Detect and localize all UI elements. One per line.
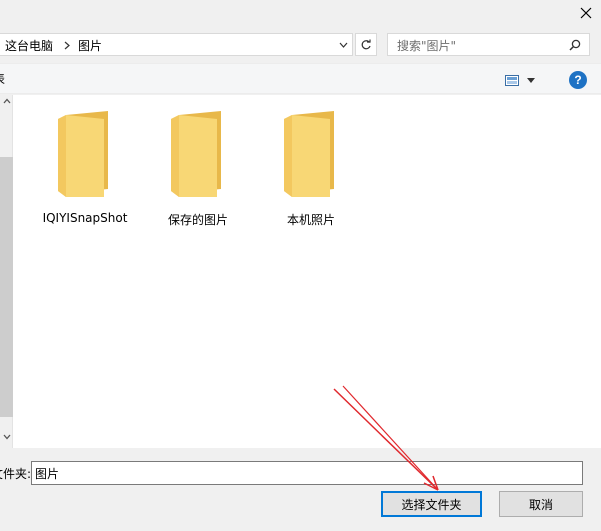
folder-name-label: 文件夹: [0,467,32,481]
dialog-footer: 文件夹: 选择文件夹 取消 [0,448,601,531]
toolbar-clipped-label[interactable]: 表 [0,70,5,87]
breadcrumb-this-pc[interactable]: 这台电脑 [5,37,53,54]
nav-pane-scrollbar[interactable] [0,95,13,448]
folder-label: IQIYISnapShot [42,211,128,225]
search-input[interactable]: 搜索"图片" [387,33,590,56]
help-icon: ? [574,73,582,87]
search-placeholder: 搜索"图片" [397,39,457,53]
breadcrumb-pictures[interactable]: 图片 [78,37,102,54]
folder-name-input[interactable] [31,461,583,485]
file-list[interactable]: IQIYISnapShot 保存的图片 本机照片 [13,95,601,448]
folder-icon [58,111,108,197]
refresh-button[interactable] [355,33,377,56]
chevron-down-icon [3,434,10,440]
folder-icon [284,111,334,197]
select-folder-label: 选择文件夹 [401,497,462,512]
address-dropdown-button[interactable] [333,34,352,55]
close-icon [580,7,591,19]
chevron-up-icon [3,98,10,104]
scroll-thumb[interactable] [0,157,13,417]
change-view-button[interactable] [505,70,545,90]
folder-item[interactable]: 本机照片 [256,105,366,227]
cancel-label: 取消 [528,497,553,512]
select-folder-button[interactable]: 选择文件夹 [381,491,482,517]
folder-label: 保存的图片 [167,213,228,227]
dropdown-arrow-icon [527,77,535,83]
search-icon[interactable] [569,39,581,51]
folder-item[interactable]: 保存的图片 [143,105,253,227]
toolbar: 表 ? [0,63,601,94]
refresh-icon [361,39,371,49]
folder-icon [171,111,221,197]
folder-label: 本机照片 [286,213,335,227]
help-button[interactable]: ? [569,71,587,89]
chevron-down-icon [339,42,347,48]
folder-item[interactable]: IQIYISnapShot [30,105,140,225]
address-bar[interactable]: 这台电脑 图片 [0,33,353,56]
view-options-icon [505,74,519,86]
scroll-up-button[interactable] [0,98,13,110]
close-button[interactable] [570,0,601,26]
chevron-right-icon[interactable] [64,41,70,50]
cancel-button[interactable]: 取消 [499,491,583,517]
scroll-down-button[interactable] [0,434,13,446]
